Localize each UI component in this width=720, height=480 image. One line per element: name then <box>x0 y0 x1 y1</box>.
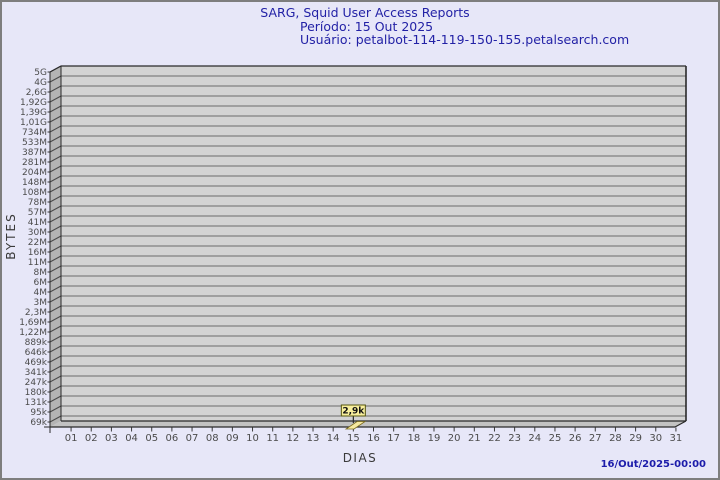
y-tick-label: 57M <box>28 208 47 218</box>
x-tick-label: 17 <box>387 433 400 444</box>
y-tick-label: 247k <box>25 378 48 388</box>
x-tick-label: 08 <box>206 433 219 444</box>
y-tick-label: 22M <box>28 238 47 248</box>
x-tick-label: 29 <box>629 433 642 444</box>
x-tick-label: 28 <box>609 433 622 444</box>
x-tick-label: 02 <box>85 433 98 444</box>
y-tick-label: 734M <box>22 128 47 138</box>
x-tick-label: 31 <box>670 433 683 444</box>
y-axis-title: BYTES <box>4 212 18 260</box>
x-tick-label: 20 <box>448 433 461 444</box>
y-tick-label: 387M <box>22 148 47 158</box>
x-tick-label: 19 <box>428 433 441 444</box>
x-tick-label: 05 <box>145 433 158 444</box>
y-tick-label: 95k <box>30 408 47 418</box>
y-tick-label: 5G <box>34 68 47 78</box>
x-tick-label: 06 <box>166 433 179 444</box>
y-tick-label: 16M <box>28 248 47 258</box>
y-tick-label: 469k <box>25 358 48 368</box>
y-tick-label: 108M <box>22 188 47 198</box>
x-tick-label: 07 <box>186 433 199 444</box>
sarg-report-page: 5G 4G 2,6G 1,92G 1,39G 1,01G 734M 533M 387M 281M 2… <box>0 0 720 480</box>
x-tick-label: 04 <box>125 433 138 444</box>
y-tick-label: 2,6G <box>26 88 47 98</box>
x-tick-label: 14 <box>327 433 340 444</box>
x-tick-label: 18 <box>407 433 420 444</box>
floor-3d <box>50 421 686 427</box>
y-tick-label: 41M <box>28 218 47 228</box>
x-tick-label: 09 <box>226 433 239 444</box>
y-tick-label: 341k <box>25 368 48 378</box>
y-tick-label: 2,3M <box>25 308 47 318</box>
x-tick-label: 11 <box>266 433 279 444</box>
page-title: SARG, Squid User Access Reports <box>260 5 470 20</box>
x-tick-label: 12 <box>286 433 299 444</box>
y-tick-label: 1,01G <box>20 118 47 128</box>
y-tick-label: 889k <box>25 338 48 348</box>
y-tick-label: 6M <box>34 278 48 288</box>
x-tick-label: 01 <box>65 433 78 444</box>
x-tick-label: 22 <box>488 433 501 444</box>
y-tick-label: 11M <box>28 258 47 268</box>
x-tick-label: 27 <box>589 433 602 444</box>
report-user: Usuário: petalbot-114-119-150-155.petals… <box>300 32 630 47</box>
x-tick-label: 24 <box>528 433 541 444</box>
x-tick-label: 25 <box>549 433 562 444</box>
x-tick-label: 23 <box>508 433 521 444</box>
x-tick-label: 03 <box>105 433 118 444</box>
y-tick-label: 148M <box>22 178 47 188</box>
y-tick-label: 3M <box>34 298 48 308</box>
y-tick-label: 533M <box>22 138 47 148</box>
plot-area <box>61 66 686 421</box>
y-tick-label: 204M <box>22 168 47 178</box>
y-tick-label: 281M <box>22 158 47 168</box>
x-tick-label: 21 <box>468 433 481 444</box>
y-tick-label: 1,22M <box>19 328 47 338</box>
y-tick-label: 646k <box>25 348 48 358</box>
y-tick-label: 30M <box>28 228 47 238</box>
y-tick-label: 4G <box>34 78 47 88</box>
y-tick-label: 180k <box>25 388 48 398</box>
x-tick-label: 13 <box>307 433 320 444</box>
generation-timestamp: 16/Out/2025-00:00 <box>600 459 706 470</box>
x-tick-label: 15 <box>347 433 360 444</box>
x-tick-label: 26 <box>569 433 582 444</box>
y-tick-label: 131k <box>25 398 48 408</box>
chart-svg: 5G4G2,6G1,92G1,39G1,01G734M533M387M281M2… <box>19 65 687 444</box>
y-tick-label: 1,39G <box>20 108 47 118</box>
y-tick-label: 8M <box>34 268 48 278</box>
y-tick-label: 78M <box>28 198 47 208</box>
bar-value-label: 2,9k <box>342 407 365 417</box>
y-tick-label: 4M <box>34 288 48 298</box>
y-tick-label: 1,92G <box>20 98 47 108</box>
x-tick-label: 30 <box>649 433 662 444</box>
y-tick-label: 1,69M <box>19 318 47 328</box>
x-tick-label: 16 <box>367 433 380 444</box>
x-tick-label: 10 <box>246 433 259 444</box>
